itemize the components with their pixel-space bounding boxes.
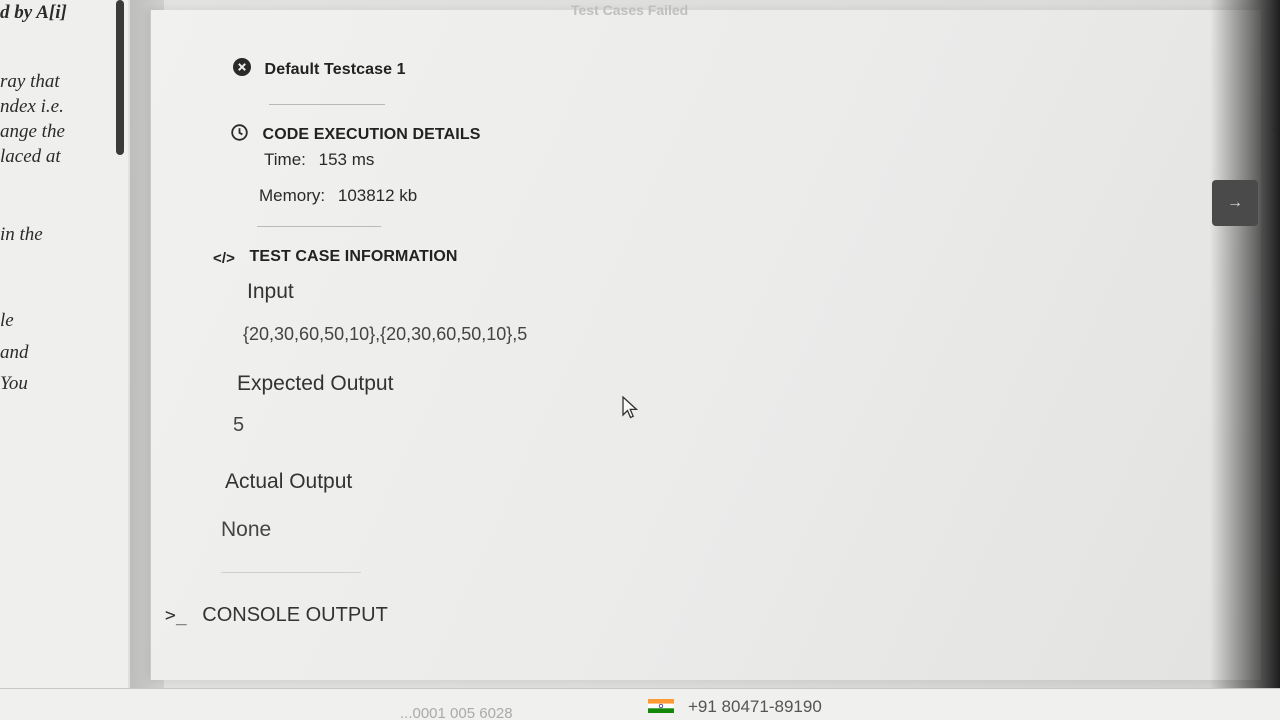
problem-text-line: You bbox=[0, 373, 28, 394]
memory-label: Memory: bbox=[259, 186, 326, 205]
problem-description-pane: d by A[i] ray that ndex i.e. ange the la… bbox=[0, 0, 128, 690]
left-pane-scrollbar[interactable] bbox=[116, 0, 124, 155]
input-label: Input bbox=[247, 280, 294, 303]
code-icon: </> bbox=[213, 250, 235, 267]
side-expand-button[interactable]: → bbox=[1212, 180, 1258, 226]
testcase-header[interactable]: Default Testcase 1 bbox=[233, 58, 406, 79]
terminal-icon: >_ bbox=[165, 605, 187, 626]
problem-text-line: laced at bbox=[0, 146, 61, 167]
expected-output-value: 5 bbox=[233, 414, 245, 436]
problem-text-line: and bbox=[0, 342, 29, 363]
execution-time: Time: 153 ms bbox=[264, 150, 374, 170]
memory-value: 103812 kb bbox=[337, 186, 418, 205]
error-circle-icon bbox=[233, 58, 251, 76]
input-value: {20,30,60,50,10},{20,30,60,50,10},5 bbox=[243, 324, 528, 344]
console-output-header[interactable]: >_ CONSOLE OUTPUT bbox=[165, 604, 388, 627]
execution-details-header: CODE EXECUTION DETAILS bbox=[231, 124, 480, 144]
actual-output-value: None bbox=[221, 518, 272, 541]
footer-phone-partial: ...0001 005 6028 bbox=[400, 705, 513, 720]
testcase-title: Default Testcase 1 bbox=[264, 61, 406, 78]
execution-memory: Memory: 103812 kb bbox=[259, 186, 417, 206]
time-label: Time: bbox=[264, 150, 306, 169]
footer-phone[interactable]: +91 80471-89190 bbox=[688, 697, 822, 717]
divider bbox=[221, 572, 361, 573]
actual-output-label: Actual Output bbox=[225, 470, 353, 493]
problem-text-line: ray that bbox=[0, 71, 60, 92]
expected-output-label: Expected Output bbox=[237, 372, 394, 395]
testcase-info-title: TEST CASE INFORMATION bbox=[249, 248, 458, 265]
testcase-info-header: </> TEST CASE INFORMATION bbox=[213, 248, 458, 267]
problem-text-line: le bbox=[0, 310, 14, 331]
test-result-panel: Test Cases Failed ⌃ Default Testcase 1 C… bbox=[150, 2, 1279, 680]
screen-bezel bbox=[1210, 0, 1280, 720]
problem-text-line: d by A[i] bbox=[0, 2, 67, 23]
result-summary-text: Test Cases Failed bbox=[571, 2, 689, 18]
execution-details-title: CODE EXECUTION DETAILS bbox=[262, 126, 481, 143]
console-output-title: CONSOLE OUTPUT bbox=[202, 604, 388, 626]
mouse-pointer-icon bbox=[622, 395, 640, 425]
divider bbox=[269, 104, 385, 105]
arrow-right-icon: → bbox=[1227, 194, 1243, 211]
screen: d by A[i] ray that ndex i.e. ange the la… bbox=[0, 0, 1280, 720]
india-flag-icon bbox=[648, 699, 674, 713]
footer-bar: ...0001 005 6028 +91 80471-89190 bbox=[0, 688, 1280, 720]
divider bbox=[257, 226, 381, 227]
time-value: 153 ms bbox=[318, 150, 375, 169]
clock-icon bbox=[231, 124, 248, 141]
problem-text-line: ndex i.e. bbox=[0, 96, 64, 117]
problem-text-line: ange the bbox=[0, 121, 65, 142]
problem-text-line: in the bbox=[0, 224, 43, 245]
